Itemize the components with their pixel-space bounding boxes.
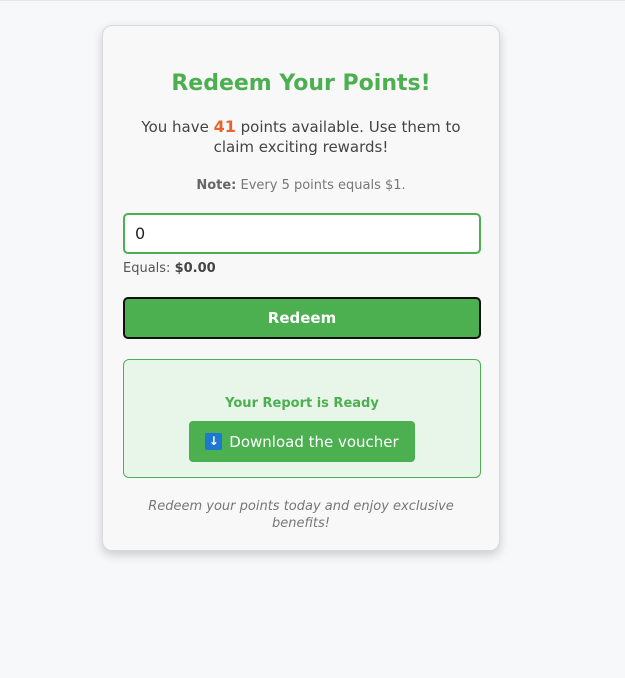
download-arrow-icon: ↓	[205, 433, 223, 450]
intro-prefix: You have	[141, 118, 214, 136]
points-count: 41	[213, 117, 236, 136]
points-input[interactable]	[123, 213, 481, 254]
equals-amount: $0.00	[174, 261, 216, 276]
download-voucher-button[interactable]: ↓ Download the voucher	[189, 421, 415, 462]
equals-label: Equals:	[123, 261, 175, 276]
page-title: Redeem Your Points!	[171, 71, 431, 96]
download-label: Download the voucher	[229, 432, 399, 451]
page-top-border	[0, 0, 625, 1]
report-title: Your Report is Ready	[225, 396, 379, 411]
redeem-card: Redeem Your Points! You have 41 points a…	[102, 25, 500, 551]
intro-suffix: points available. Use them to claim exci…	[213, 118, 461, 156]
points-intro-text: You have 41 points available. Use them t…	[133, 117, 469, 157]
note-text: Every 5 points equals $1.	[236, 178, 406, 193]
report-panel: Your Report is Ready ↓ Download the vouc…	[123, 359, 481, 478]
equals-display: Equals: $0.00	[123, 260, 216, 278]
footer-text: Redeem your points today and enjoy exclu…	[148, 499, 454, 531]
note-label: Note:	[196, 178, 237, 193]
redeem-button[interactable]: Redeem	[123, 297, 481, 339]
conversion-note: Note: Every 5 points equals $1.	[103, 177, 499, 195]
